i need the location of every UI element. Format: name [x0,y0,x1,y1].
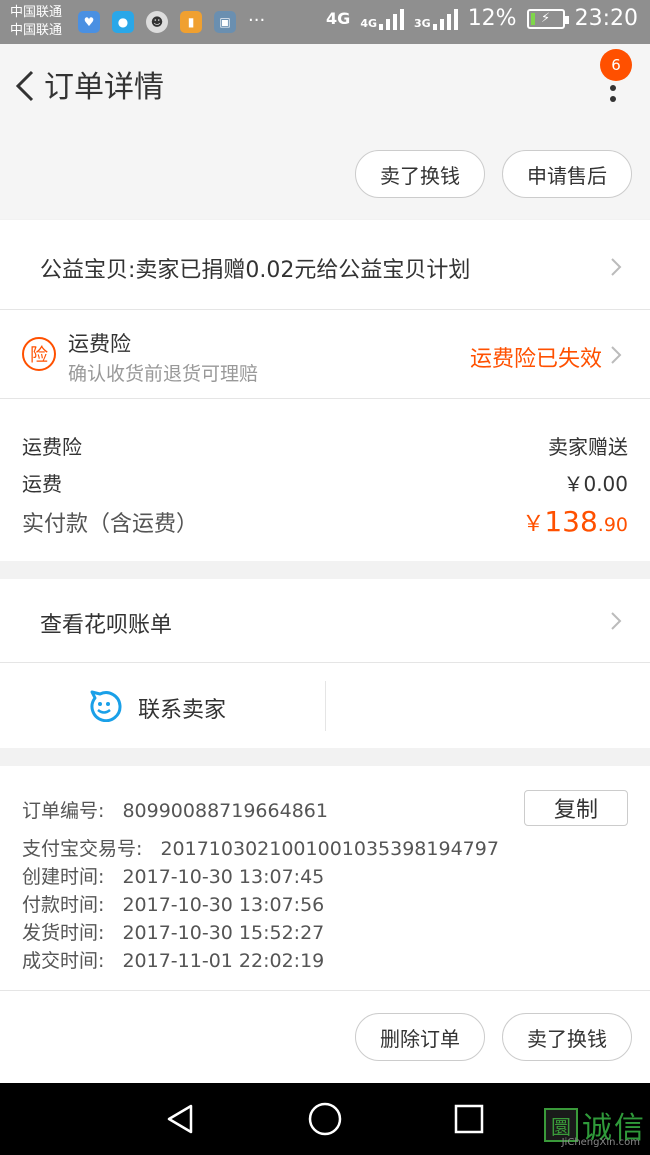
alipay-trade-value: 2017103021001001035398194797 [160,838,499,860]
chevron-right-icon [611,258,622,276]
bottom-action-bar: 删除订单 卖了换钱 [0,991,650,1083]
signal-2: 3G [414,8,458,30]
paid-time-label: 付款时间: [22,894,105,916]
completed-time-label: 成交时间: [22,950,105,972]
charging-icon: ⚡ [541,11,551,26]
paid-decimal: .90 [597,514,628,536]
sell-for-cash-bottom-button[interactable]: 卖了换钱 [502,1013,632,1061]
battery-level [530,12,535,25]
alipay-trade-label: 支付宝交易号: [22,838,143,860]
insurance-status: 运费险已失效 [469,347,602,372]
shipped-time-line: 发货时间: 2017-10-30 15:52:27 [22,918,324,945]
signal-bars-2-icon [432,8,458,30]
completed-time-line: 成交时间: 2017-11-01 22:02:19 [22,946,324,973]
charity-row[interactable]: 公益宝贝:卖家已捐赠0.02元给公益宝贝计划 [0,220,650,309]
shipping-insurance-row[interactable]: 险 运费险 确认收货前退货可理赔 运费险已失效 [0,310,650,398]
order-number-value: 80990088719664861 [122,800,328,822]
lock-app-icon: ▮ [180,11,202,33]
network-type-1: 4G [326,9,351,28]
order-number-line: 订单编号: 80990088719664861 [22,796,328,823]
insurance-subtitle: 确认收货前退货可理赔 [68,363,259,385]
signal-bars-1-icon [379,8,404,30]
paid-integer: 138 [544,505,598,538]
page-title: 订单详情 [44,70,164,105]
insurance-title: 运费险 [68,332,131,356]
back-arrow-icon[interactable] [10,66,40,106]
paid-time-value: 2017-10-30 13:07:56 [122,894,325,916]
battery-icon: ⚡ [526,8,569,29]
header: 订单详情 6 卖了换钱 申请售后 [0,44,650,219]
nav-home-icon[interactable] [307,1101,343,1137]
apply-after-sales-button[interactable]: 申请售后 [502,150,632,198]
insurance-cost-value: 卖家赠送 [548,435,628,459]
more-notifications-icon: ··· [248,10,266,31]
nav-back-icon[interactable] [165,1103,197,1135]
cost-summary: 运费险 卖家赠送 运费 ￥0.00 实付款（含运费） ￥138.90 [0,399,650,561]
insurance-icon: 险 [22,337,56,371]
shipping-cost-value: ￥0.00 [563,472,628,496]
signal-1: 4G [360,8,404,30]
gallery-icon: ▣ [214,11,236,33]
order-number-label: 订单编号: [22,800,105,822]
paid-amount-row: 实付款（含运费） ￥138.90 [22,505,628,538]
paid-currency: ￥ [522,512,545,537]
network-type-3: 3G [414,16,431,30]
system-nav-bar: 圜 诚信 JiChengXin.com [0,1083,650,1155]
order-info: 订单编号: 80990088719664861 复制 支付宝交易号: 20171… [0,766,650,990]
delete-order-button[interactable]: 删除订单 [355,1013,485,1061]
chevron-right-icon [611,346,622,364]
status-bar: 中国联通 中国联通 ♥ ● ☻ ▮ ▣ ··· 4G 4G 3G 12% ⚡ 2… [0,0,650,44]
contact-row: 联系卖家 [0,663,650,748]
battery-percent: 12% [467,6,517,31]
contact-seller-button[interactable]: 联系卖家 [0,663,325,748]
huabei-bill-row[interactable]: 查看花呗账单 [0,579,650,662]
paid-amount-value: ￥138.90 [522,505,628,538]
message-icon: ● [112,11,134,33]
network-type-2: 4G [360,16,377,30]
created-time-line: 创建时间: 2017-10-30 13:07:45 [22,862,324,889]
copy-button[interactable]: 复制 [524,790,628,826]
status-right: 4G 4G 3G 12% ⚡ 23:20 [326,6,638,31]
avatar-icon: ☻ [146,11,168,33]
shipping-cost-label: 运费 [22,472,62,496]
alipay-trade-line: 支付宝交易号: 2017103021001001035398194797 [22,834,499,861]
nav-recents-icon[interactable] [453,1103,485,1135]
chat-face-icon [90,690,122,722]
chevron-right-icon [611,612,622,630]
paid-time-line: 付款时间: 2017-10-30 13:07:56 [22,890,324,917]
created-time-label: 创建时间: [22,866,105,888]
clock: 23:20 [574,6,638,31]
shipped-time-value: 2017-10-30 15:52:27 [122,922,325,944]
huabei-bill-label: 查看花呗账单 [40,613,173,638]
notification-icons: ♥ ● ☻ ▮ ▣ ··· [78,11,265,33]
created-time-value: 2017-10-30 13:07:45 [122,866,325,888]
insurance-cost-row: 运费险 卖家赠送 [22,431,628,460]
shipped-time-label: 发货时间: [22,922,105,944]
vertical-divider [325,681,326,731]
completed-time-value: 2017-11-01 22:02:19 [122,950,325,972]
carrier-2: 中国联通 [10,23,63,38]
paid-amount-label: 实付款（含运费） [22,512,199,537]
health-icon: ♥ [78,11,100,33]
insurance-cost-label: 运费险 [22,435,82,459]
contact-seller-label: 联系卖家 [138,698,227,723]
watermark-subtext: JiChengXin.com [561,1137,640,1148]
carrier-1: 中国联通 [10,5,63,20]
notification-badge: 6 [600,49,632,81]
shipping-cost-row: 运费 ￥0.00 [22,468,628,497]
carrier-info: 中国联通 中国联通 [10,4,62,40]
sell-for-cash-button[interactable]: 卖了换钱 [355,150,485,198]
charity-text: 公益宝贝:卖家已捐赠0.02元给公益宝贝计划 [40,258,471,283]
